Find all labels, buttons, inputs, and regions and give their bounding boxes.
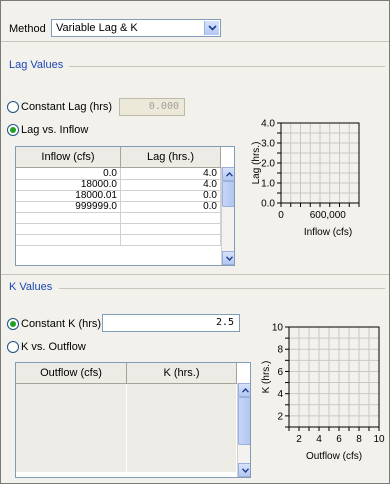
method-bar: Method Variable Lag & K	[1, 1, 389, 42]
table-cell[interactable]: 4.0	[121, 179, 221, 190]
k-section-divider	[59, 288, 385, 289]
lag-section-divider	[69, 66, 385, 67]
constant-k-field[interactable]: 2.5	[102, 314, 240, 332]
y-tick-label: 4.0	[261, 119, 275, 130]
lag-table-scrollbar[interactable]	[221, 167, 234, 265]
table-cell[interactable]	[16, 417, 127, 428]
table-cell[interactable]	[16, 223, 121, 234]
table-cell[interactable]	[121, 234, 221, 245]
y-tick-label: 10	[272, 323, 284, 334]
chart-grid	[281, 123, 359, 203]
y-tick-label: 4	[277, 389, 283, 400]
y-tick-label: 2	[277, 411, 283, 422]
table-cell[interactable]: 0.0	[16, 168, 121, 179]
y-tick-label: 8	[277, 345, 283, 356]
routing-editor-panel: Method Variable Lag & K Lag Values Const…	[0, 0, 390, 484]
x-axis-label: Outflow (cfs)	[306, 451, 362, 462]
y-axis-label: Lag (hrs.)	[251, 142, 262, 185]
y-tick-label: 3.0	[261, 139, 275, 150]
k-outflow-chart: 2 4 6 8 10 2 4 6 8 10 Outflow (cfs) K (hrs.)	[261, 323, 385, 463]
x-tick-label: 2	[296, 434, 302, 445]
lag-vs-inflow-radio[interactable]	[7, 124, 19, 136]
table-cell[interactable]	[16, 406, 127, 417]
table-cell[interactable]	[16, 384, 127, 395]
table-cell[interactable]	[127, 406, 237, 417]
table-cell[interactable]	[16, 395, 127, 406]
k-section-top-border	[1, 274, 389, 275]
x-axis-label: Inflow (cfs)	[304, 227, 352, 238]
x-tick-label: 600,000	[310, 210, 347, 221]
lag-inflow-chart: 0.0 1.0 2.0 3.0 4.0 0 600,000 Inflow (cfs) Lag (…	[251, 119, 360, 238]
table-cell[interactable]	[16, 234, 121, 245]
lag-inflow-table: Inflow (cfs) Lag (hrs.) 0.0 4.0 18000.0 4.0…	[15, 146, 235, 266]
method-selected-value: Variable Lag & K	[56, 22, 138, 34]
table-cell[interactable]: 0.0	[121, 190, 221, 201]
table-row[interactable]	[16, 234, 221, 246]
table-cell[interactable]: 0.0	[121, 201, 221, 212]
scroll-down-icon[interactable]	[222, 251, 234, 265]
table-cell[interactable]	[127, 395, 237, 406]
table-cell[interactable]	[127, 384, 237, 395]
scroll-thumb[interactable]	[238, 397, 250, 445]
table-cell[interactable]	[16, 450, 127, 461]
lag-vs-inflow-label: Lag vs. Inflow	[21, 124, 89, 136]
x-tick-label: 8	[356, 434, 362, 445]
table-cell[interactable]: 18000.01	[16, 190, 121, 201]
table-cell[interactable]: 4.0	[121, 168, 221, 179]
table-cell[interactable]: 18000.0	[16, 179, 121, 190]
table-cell[interactable]	[16, 212, 121, 223]
k-vs-outflow-label: K vs. Outflow	[21, 341, 86, 353]
k-table-scrollbar[interactable]	[237, 383, 250, 477]
table-cell[interactable]	[121, 212, 221, 223]
table-cell[interactable]	[127, 417, 237, 428]
k-vs-outflow-radio[interactable]	[7, 341, 19, 353]
constant-k-label: Constant K (hrs)	[21, 318, 102, 330]
column-header-k[interactable]: K (hrs.)	[127, 363, 237, 383]
scroll-up-icon[interactable]	[222, 167, 234, 181]
table-cell[interactable]	[121, 223, 221, 234]
table-cell[interactable]: 999999.0	[16, 201, 121, 212]
scroll-thumb[interactable]	[222, 181, 234, 207]
table-header: Outflow (cfs) K (hrs.)	[16, 363, 237, 384]
y-tick-label: 1.0	[261, 179, 275, 190]
chevron-down-icon[interactable]	[204, 21, 219, 35]
x-tick-label: 4	[316, 434, 322, 445]
constant-lag-field[interactable]: 0.000	[119, 98, 185, 116]
table-cell[interactable]	[16, 439, 127, 450]
constant-lag-label: Constant Lag (hrs)	[21, 101, 113, 113]
table-cell[interactable]	[127, 450, 237, 461]
x-tick-label: 10	[373, 434, 385, 445]
table-cell[interactable]	[16, 461, 127, 472]
method-label: Method	[9, 23, 46, 35]
column-header-lag[interactable]: Lag (hrs.)	[121, 147, 221, 167]
y-axis-label: K (hrs.)	[261, 361, 272, 394]
constant-k-radio[interactable]	[7, 318, 19, 330]
plot-area	[288, 326, 380, 428]
table-cell[interactable]	[16, 428, 127, 439]
method-dropdown[interactable]: Variable Lag & K	[51, 19, 221, 37]
lag-section-title: Lag Values	[9, 59, 64, 71]
y-tick-label: 2.0	[261, 159, 275, 170]
table-cell[interactable]	[127, 461, 237, 472]
column-header-inflow[interactable]: Inflow (cfs)	[16, 147, 121, 167]
k-section-title: K Values	[9, 281, 53, 293]
y-tick-label: 6	[277, 367, 283, 378]
chart-grid	[289, 327, 379, 427]
constant-lag-radio[interactable]	[7, 101, 19, 113]
y-tick-label: 0.0	[261, 199, 275, 210]
table-row[interactable]	[16, 461, 237, 473]
table-header: Inflow (cfs) Lag (hrs.)	[16, 147, 221, 168]
scroll-up-icon[interactable]	[238, 383, 250, 397]
x-tick-label: 6	[336, 434, 342, 445]
table-cell[interactable]	[127, 428, 237, 439]
k-outflow-table: Outflow (cfs) K (hrs.)	[15, 362, 251, 478]
scroll-down-icon[interactable]	[238, 463, 250, 477]
x-tick-label: 0	[278, 210, 284, 221]
table-cell[interactable]	[127, 439, 237, 450]
column-header-outflow[interactable]: Outflow (cfs)	[16, 363, 127, 383]
